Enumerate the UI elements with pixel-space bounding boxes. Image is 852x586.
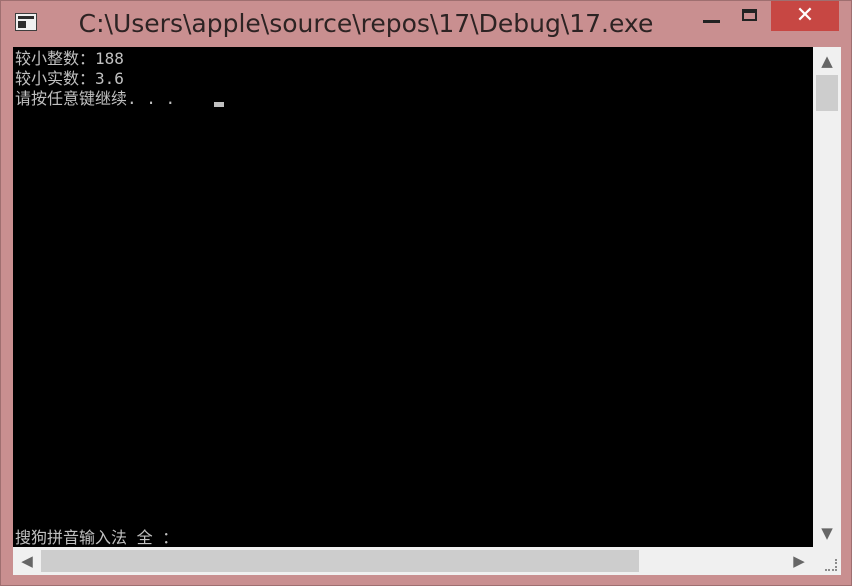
scroll-down-arrow-icon[interactable]: ▼ xyxy=(813,519,841,547)
scroll-right-arrow-icon[interactable]: ▶ xyxy=(785,547,813,575)
scroll-left-arrow-icon[interactable]: ◀ xyxy=(13,547,41,575)
vertical-scroll-thumb[interactable] xyxy=(816,75,838,111)
minimize-button[interactable] xyxy=(693,1,731,31)
maximize-button[interactable] xyxy=(734,1,770,31)
title-bar[interactable]: C:\Users\apple\source\repos\17\Debug\17.… xyxy=(1,1,851,45)
horizontal-scroll-thumb[interactable] xyxy=(41,550,639,572)
window-title: C:\Users\apple\source\repos\17\Debug\17.… xyxy=(78,9,654,38)
console-line-smaller-integer: 较小整数：188 xyxy=(15,49,124,68)
resize-grip-icon[interactable] xyxy=(813,547,841,575)
console-line-press-any-key: 请按任意键继续. . . xyxy=(15,89,176,108)
scroll-up-arrow-icon[interactable]: ▲ xyxy=(813,47,841,75)
console-output[interactable]: 较小整数：188 较小实数：3.6 请按任意键继续. . . 搜狗拼音输入法 全… xyxy=(13,47,813,547)
ime-status[interactable]: 搜狗拼音输入法 全 ： xyxy=(15,528,178,547)
text-cursor xyxy=(214,102,224,107)
console-line-smaller-real: 较小实数：3.6 xyxy=(15,69,124,88)
console-window: C:\Users\apple\source\repos\17\Debug\17.… xyxy=(0,0,852,586)
console-client-area: 较小整数：188 较小实数：3.6 请按任意键继续. . . 搜狗拼音输入法 全… xyxy=(13,47,841,575)
close-button[interactable]: ✕ xyxy=(771,1,839,31)
vertical-scrollbar[interactable]: ▲ ▼ xyxy=(813,47,841,547)
horizontal-scrollbar[interactable]: ◀ ▶ xyxy=(13,547,813,575)
